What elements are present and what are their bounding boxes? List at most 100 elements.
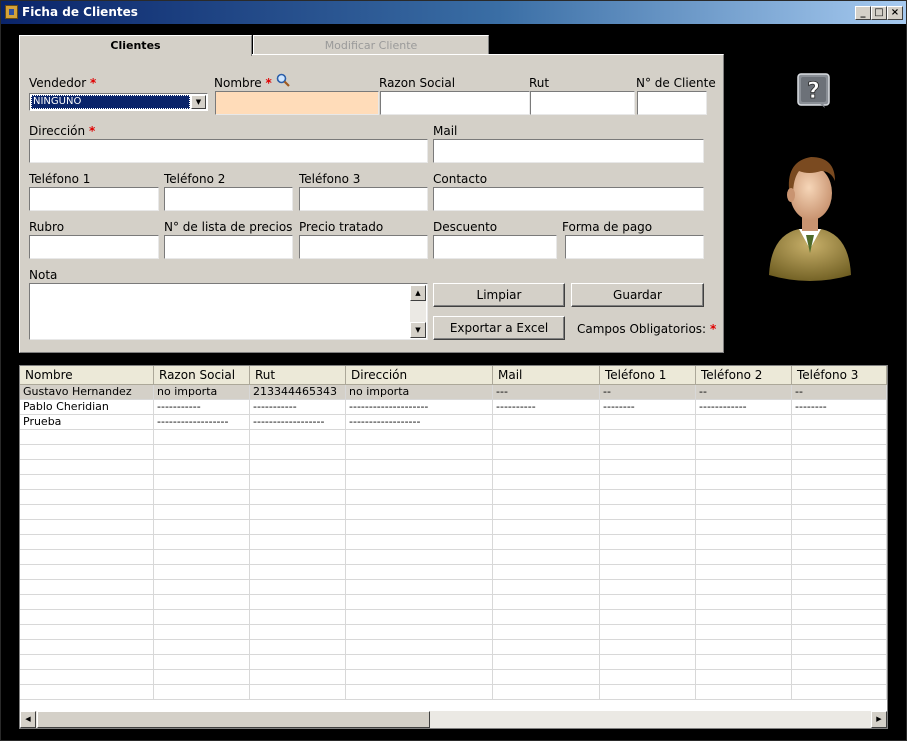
table-cell[interactable] [250,490,346,505]
table-cell[interactable] [250,535,346,550]
table-cell[interactable] [600,445,696,460]
table-cell[interactable] [20,670,154,685]
table-cell[interactable] [600,685,696,700]
table-cell[interactable] [600,460,696,475]
table-cell[interactable] [600,535,696,550]
table-row[interactable] [20,625,887,640]
table-cell[interactable] [696,640,792,655]
table-cell[interactable] [696,625,792,640]
table-cell[interactable] [493,475,600,490]
table-cell[interactable] [346,475,493,490]
column-header-mail[interactable]: Mail [493,366,600,385]
table-cell[interactable] [346,550,493,565]
table-cell[interactable] [20,430,154,445]
table-cell[interactable] [696,505,792,520]
table-row[interactable] [20,505,887,520]
table-row[interactable] [20,670,887,685]
table-cell[interactable] [792,445,887,460]
table-cell[interactable] [792,430,887,445]
limpiar-button[interactable]: Limpiar [433,283,565,307]
table-cell[interactable] [792,415,887,430]
scroll-up-icon[interactable]: ▲ [410,285,426,301]
table-cell[interactable] [154,445,250,460]
telefono1-input[interactable] [29,187,159,211]
table-cell[interactable] [250,565,346,580]
table-cell[interactable] [600,520,696,535]
table-cell[interactable] [600,415,696,430]
table-cell[interactable] [346,595,493,610]
table-row[interactable] [20,520,887,535]
table-cell[interactable] [346,490,493,505]
nota-textarea[interactable]: ▲ ▼ [29,283,428,340]
table-cell[interactable]: -------- [600,400,696,415]
table-row[interactable] [20,460,887,475]
table-cell[interactable] [20,550,154,565]
table-cell[interactable] [346,445,493,460]
table-cell[interactable] [346,685,493,700]
table-cell[interactable] [20,625,154,640]
direccion-input[interactable] [29,139,428,163]
table-cell[interactable]: -------------------- [346,400,493,415]
column-header-telefono3[interactable]: Teléfono 3 [792,366,887,385]
table-cell[interactable] [346,625,493,640]
table-cell[interactable] [493,610,600,625]
table-cell[interactable] [493,550,600,565]
table-cell[interactable] [696,655,792,670]
column-header-nombre[interactable]: Nombre [20,366,154,385]
table-cell[interactable] [346,655,493,670]
table-cell[interactable] [346,430,493,445]
table-cell[interactable] [792,460,887,475]
table-cell[interactable]: Prueba [20,415,154,430]
rubro-input[interactable] [29,235,159,259]
table-cell[interactable] [696,445,792,460]
table-cell[interactable] [154,535,250,550]
table-cell[interactable] [493,685,600,700]
table-cell[interactable] [493,535,600,550]
table-cell[interactable] [346,535,493,550]
table-cell[interactable] [20,475,154,490]
table-cell[interactable]: Pablo Cheridian [20,400,154,415]
tab-modificar-cliente[interactable]: Modificar Cliente [253,35,489,54]
title-bar[interactable]: Ficha de Clientes _ □ × [1,1,906,24]
table-cell[interactable] [20,640,154,655]
table-cell[interactable] [696,535,792,550]
table-cell[interactable] [792,655,887,670]
table-cell[interactable] [346,580,493,595]
table-cell[interactable]: ------------ [696,400,792,415]
table-cell[interactable] [792,535,887,550]
table-cell[interactable] [154,640,250,655]
table-cell[interactable] [20,490,154,505]
scroll-left-icon[interactable]: ◀ [20,711,36,728]
table-cell[interactable] [792,610,887,625]
table-cell[interactable]: ------------------ [154,415,250,430]
table-cell[interactable] [696,475,792,490]
table-cell[interactable] [792,475,887,490]
table-horizontal-scrollbar[interactable]: ◀ ▶ [20,711,887,728]
table-cell[interactable] [250,460,346,475]
nombre-input[interactable] [215,91,379,115]
table-cell[interactable]: --- [493,385,600,400]
minimize-button[interactable]: _ [855,6,871,20]
table-cell[interactable] [792,640,887,655]
table-cell[interactable] [20,505,154,520]
table-cell[interactable] [792,550,887,565]
table-cell[interactable] [493,625,600,640]
table-cell[interactable] [154,655,250,670]
table-cell[interactable] [600,430,696,445]
scroll-right-icon[interactable]: ▶ [871,711,887,728]
table-cell[interactable] [493,640,600,655]
table-cell[interactable] [493,415,600,430]
table-row[interactable] [20,610,887,625]
table-cell[interactable] [346,520,493,535]
table-cell[interactable] [250,610,346,625]
table-cell[interactable] [696,595,792,610]
table-row[interactable] [20,490,887,505]
table-cell[interactable] [250,670,346,685]
table-cell[interactable] [20,565,154,580]
table-cell[interactable] [600,550,696,565]
table-cell[interactable] [20,610,154,625]
table-cell[interactable] [20,595,154,610]
column-header-direccion[interactable]: Dirección [346,366,493,385]
column-header-telefono1[interactable]: Teléfono 1 [600,366,696,385]
table-cell[interactable] [600,625,696,640]
